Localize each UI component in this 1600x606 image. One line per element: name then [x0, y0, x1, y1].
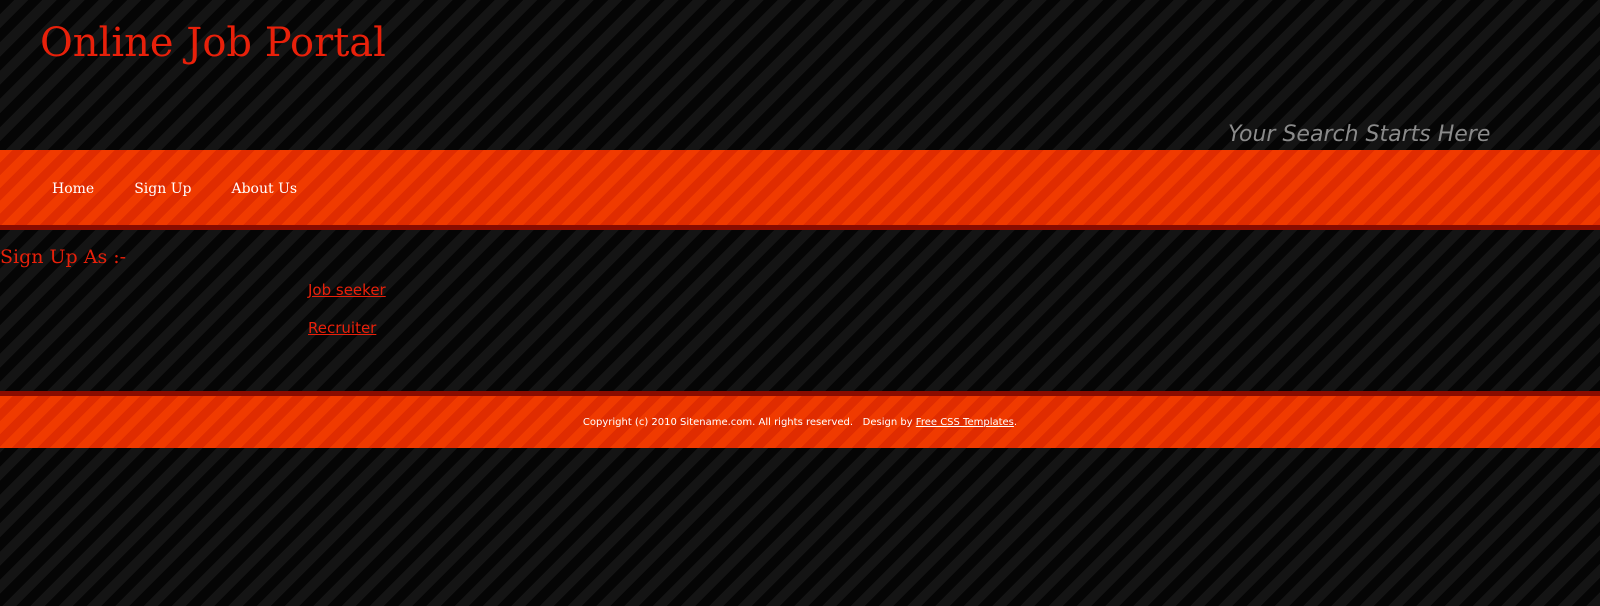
menu-bar: Home Sign Up About Us: [0, 150, 1600, 230]
free-css-templates-link[interactable]: Free CSS Templates: [916, 417, 1014, 428]
footer: Copyright (c) 2010 Sitename.com. All rig…: [0, 391, 1600, 448]
recruiter-link[interactable]: Recruiter: [308, 318, 386, 338]
page: Online Job Portal Your Search Starts Her…: [0, 0, 1600, 606]
design-by-text: Design by: [862, 417, 913, 428]
footer-text: Copyright (c) 2010 Sitename.com. All rig…: [0, 416, 1600, 430]
footer-period: .: [1013, 417, 1018, 428]
job-seeker-link[interactable]: Job seeker: [308, 280, 386, 300]
site-title: Online Job Portal: [40, 20, 386, 66]
menu-item-home: Home: [32, 178, 114, 199]
copyright-text: Copyright (c) 2010 Sitename.com. All rig…: [582, 417, 854, 428]
menu-link-about-us[interactable]: About Us: [231, 181, 297, 197]
menu-list: Home Sign Up About Us: [32, 178, 317, 199]
menu-item-about-us: About Us: [211, 178, 317, 199]
menu-link-sign-up[interactable]: Sign Up: [134, 181, 191, 197]
sign-up-heading: Sign Up As :-: [0, 246, 127, 268]
menu-link-home[interactable]: Home: [52, 181, 94, 197]
signup-options: Job seeker Recruiter: [308, 280, 386, 338]
menu-item-sign-up: Sign Up: [114, 178, 211, 199]
tagline: Your Search Starts Here: [1228, 122, 1491, 147]
